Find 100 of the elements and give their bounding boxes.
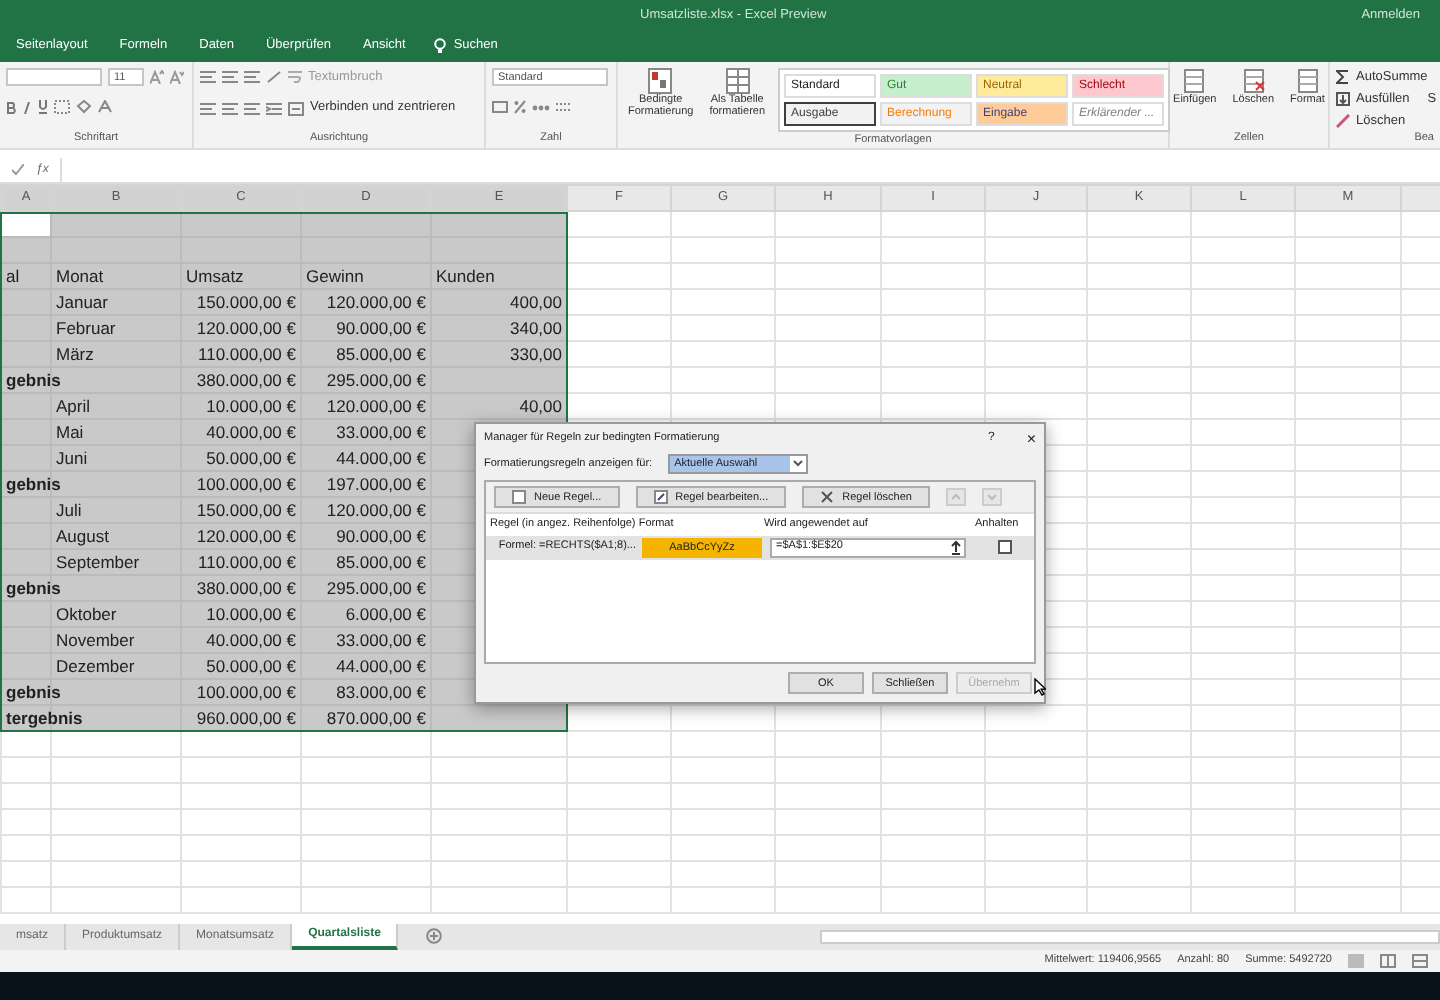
currency-icon[interactable]: [492, 100, 508, 115]
table-cell: 90.000,00 €: [336, 526, 426, 546]
shrink-font-icon[interactable]: [170, 70, 184, 84]
align-left-icon[interactable]: [200, 101, 216, 116]
table-cell: 50.000,00 €: [206, 448, 296, 468]
table-cell: 295.000,00 €: [326, 578, 426, 598]
table-cell: 10.000,00 €: [206, 396, 296, 416]
wrap-text-icon[interactable]: [288, 70, 302, 85]
indent-icon[interactable]: [266, 101, 282, 116]
table-cell: Umsatz: [186, 266, 244, 286]
table-cell: November: [56, 630, 135, 650]
move-down-icon[interactable]: [981, 488, 1002, 507]
table-cell: 33.000,00 €: [336, 630, 426, 650]
fill-color-icon[interactable]: [76, 100, 92, 115]
lightbulb-icon[interactable]: [433, 37, 446, 54]
rows-icon: [1182, 68, 1207, 94]
table-cell: gebnis: [6, 370, 61, 390]
cancel-icon[interactable]: [12, 164, 24, 176]
table-cell: August: [56, 526, 109, 546]
page-layout-icon[interactable]: [1380, 954, 1396, 968]
table-cell: 197.000,00 €: [326, 474, 426, 494]
table-cell: tergebnis: [6, 708, 83, 728]
table-cell: 40.000,00 €: [206, 422, 296, 442]
underline-icon[interactable]: [38, 100, 48, 115]
font-color-icon[interactable]: [98, 100, 112, 115]
table-cell: Kunden: [436, 266, 495, 286]
table-cell: 83.000,00 €: [336, 682, 426, 702]
table-cell: 10.000,00 €: [206, 604, 296, 624]
table-cell: 100.000,00 €: [196, 682, 296, 702]
table-cell: Januar: [56, 292, 108, 312]
table-cell: gebnis: [6, 578, 61, 598]
table-cell: Februar: [56, 318, 116, 338]
add-sheet-icon[interactable]: [426, 928, 443, 944]
table-cell: 340,00: [510, 318, 562, 338]
italic-icon[interactable]: [22, 101, 32, 114]
table-cell: 6.000,00 €: [345, 604, 426, 624]
table-cell: April: [56, 396, 91, 416]
collapse-icon[interactable]: [948, 539, 964, 555]
horizontal-scrollbar[interactable]: [820, 930, 1440, 944]
table-cell: Dezember: [56, 656, 135, 676]
rows-icon: [1295, 68, 1320, 94]
table-icon: [725, 68, 750, 94]
page-break-icon[interactable]: [1412, 954, 1428, 968]
sum-icon[interactable]: [1336, 70, 1350, 85]
table-cell: gebnis: [6, 682, 61, 702]
fill-down-icon[interactable]: [1336, 92, 1350, 107]
table-cell: gebnis: [6, 474, 61, 494]
delete-rows-icon: [1241, 68, 1266, 94]
move-up-icon[interactable]: [945, 488, 966, 507]
font-name-field[interactable]: [6, 68, 102, 86]
decimal-icon[interactable]: [556, 100, 572, 115]
table-cell: 85.000,00 €: [336, 344, 426, 364]
stop-checkbox[interactable]: [998, 540, 1012, 554]
table-cell: März: [56, 344, 94, 364]
align-bottom-icon[interactable]: [244, 70, 260, 85]
percent-icon[interactable]: [514, 100, 526, 115]
table-cell: Juli: [56, 500, 82, 520]
table-cell: al: [6, 266, 20, 286]
table-cell: 110.000,00 €: [198, 344, 296, 364]
table-cell: 120.000,00 €: [326, 396, 426, 416]
close-button[interactable]: ×: [1026, 430, 1036, 448]
border-icon[interactable]: [54, 100, 70, 115]
table-cell: 295.000,00 €: [326, 370, 426, 390]
align-middle-icon[interactable]: [222, 70, 238, 85]
table-cell: 90.000,00 €: [336, 318, 426, 338]
align-top-icon[interactable]: [200, 70, 216, 85]
table-cell: Monat: [56, 266, 104, 286]
table-cell: Oktober: [56, 604, 117, 624]
table-cell: Mai: [56, 422, 84, 442]
table-cell: September: [56, 552, 140, 572]
table-cell: 120.000,00 €: [196, 526, 296, 546]
grow-font-icon[interactable]: [150, 70, 164, 84]
table-cell: 120.000,00 €: [196, 318, 296, 338]
eraser-icon[interactable]: [1336, 113, 1350, 128]
table-cell: 33.000,00 €: [336, 422, 426, 442]
table-cell: 400,00: [510, 292, 562, 312]
table-cell: Gewinn: [306, 266, 364, 286]
table-cell: 380.000,00 €: [196, 578, 296, 598]
highlighted-sheet-icon: [648, 68, 673, 94]
thousands-icon[interactable]: [532, 100, 550, 115]
bold-icon[interactable]: [6, 101, 16, 114]
edit-rule-icon: [653, 490, 668, 505]
orientation-icon[interactable]: [266, 70, 282, 85]
table-cell: 44.000,00 €: [336, 448, 426, 468]
table-cell: 120.000,00 €: [326, 292, 426, 312]
caret-icon[interactable]: [790, 456, 807, 470]
merge-icon[interactable]: [288, 101, 304, 116]
table-cell: 870.000,00 €: [326, 708, 426, 728]
table-cell: 50.000,00 €: [206, 656, 296, 676]
table-cell: 120.000,00 €: [326, 500, 426, 520]
table-cell: 40,00: [519, 396, 562, 416]
align-right-icon[interactable]: [244, 101, 260, 116]
table-cell: 380.000,00 €: [196, 370, 296, 390]
align-center-icon[interactable]: [222, 101, 238, 116]
table-cell: 85.000,00 €: [336, 552, 426, 572]
table-cell: Juni: [56, 448, 88, 468]
table-cell: 150.000,00 €: [196, 292, 296, 312]
table-cell: 44.000,00 €: [336, 656, 426, 676]
table-cell: 110.000,00 €: [198, 552, 296, 572]
table-cell: 40.000,00 €: [206, 630, 296, 650]
